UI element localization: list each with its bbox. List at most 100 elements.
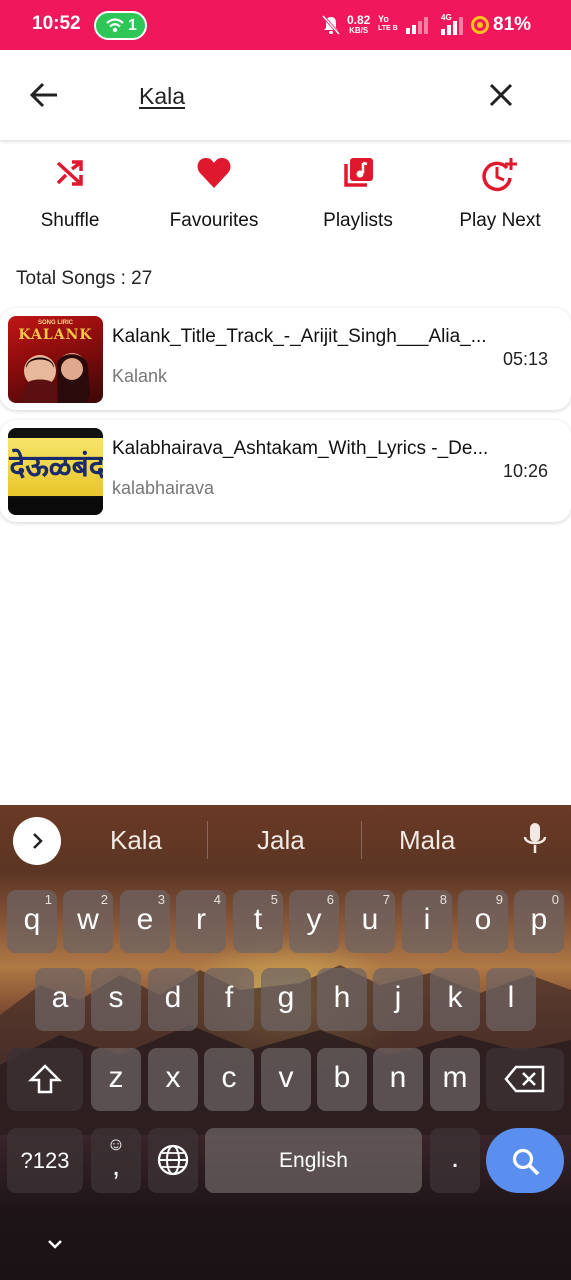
- key-u[interactable]: u7: [345, 890, 395, 953]
- key-label: w: [77, 903, 99, 936]
- comma-label: ,: [111, 1149, 121, 1182]
- clear-search-button[interactable]: [482, 76, 520, 114]
- battery-level: 81%: [493, 14, 532, 35]
- key-hint: 2: [100, 892, 108, 907]
- close-icon: [489, 83, 513, 107]
- volte-indicator: Yo LTE B: [378, 14, 398, 34]
- language-key[interactable]: [148, 1128, 198, 1193]
- key-label: i: [423, 903, 431, 936]
- key-a[interactable]: a: [35, 968, 85, 1031]
- key-label: y: [306, 903, 322, 936]
- album-art-title: KALANK: [18, 327, 93, 343]
- key-hint: 0: [551, 892, 559, 907]
- net-speed: 0.82 KB/S: [347, 14, 370, 35]
- period-key[interactable]: .: [430, 1128, 480, 1193]
- playlists-button[interactable]: Playlists: [288, 150, 428, 240]
- song-duration: 10:26: [502, 461, 548, 481]
- backspace-icon: [504, 1065, 545, 1093]
- back-button[interactable]: [24, 75, 64, 115]
- globe-icon: [157, 1144, 189, 1176]
- key-f[interactable]: f: [204, 968, 254, 1031]
- key-hint: 7: [382, 892, 390, 907]
- soft-keyboard: Kala Jala Mala q1 w2 e3 r4 t5 y6 u7 i8 o…: [0, 805, 571, 1280]
- album-art: देऊळबंद: [8, 428, 103, 515]
- net-speed-value: 0.82: [347, 13, 371, 27]
- key-k[interactable]: k: [430, 968, 480, 1031]
- suggestion-3[interactable]: Mala: [399, 825, 455, 856]
- key-w[interactable]: w2: [63, 890, 113, 953]
- search-input[interactable]: Kala: [139, 83, 185, 110]
- key-q[interactable]: q1: [7, 890, 57, 953]
- album-art: SONG LIRIC KALANK: [8, 316, 103, 403]
- shuffle-label: Shuffle: [40, 210, 100, 231]
- album-art-subtitle: SONG LIRIC: [37, 320, 73, 326]
- key-l[interactable]: l: [486, 968, 536, 1031]
- heart-icon: [196, 156, 232, 195]
- key-v[interactable]: v: [261, 1048, 311, 1111]
- backspace-key[interactable]: [486, 1048, 564, 1111]
- key-t[interactable]: t5: [233, 890, 283, 953]
- song-artist: Kalank: [112, 366, 168, 386]
- song-list-item[interactable]: देऊळबंद Kalabhairava_Ashtakam_With_Lyric…: [0, 420, 571, 522]
- key-m[interactable]: m: [430, 1048, 480, 1111]
- total-songs-count: Total Songs : 27: [16, 268, 153, 289]
- song-list-item[interactable]: SONG LIRIC KALANK Kalank_Title_Track_-_A…: [0, 308, 571, 410]
- key-label: t: [253, 903, 263, 936]
- key-b[interactable]: b: [317, 1048, 367, 1111]
- suggestion-2[interactable]: Jala: [257, 825, 305, 856]
- song-title: Kalabhairava_Ashtakam_With_Lyrics -_De..…: [112, 438, 487, 459]
- hotspot-icon: [105, 17, 125, 40]
- playlist-icon: [341, 156, 375, 195]
- keyboard-menu-button[interactable]: [13, 817, 61, 865]
- search-enter-key[interactable]: [486, 1128, 564, 1193]
- key-label: p: [530, 903, 548, 936]
- key-label: r: [196, 903, 206, 936]
- shuffle-button[interactable]: Shuffle: [0, 150, 140, 240]
- key-x[interactable]: x: [148, 1048, 198, 1111]
- mic-icon[interactable]: [521, 822, 549, 861]
- key-label: u: [361, 903, 379, 936]
- song-duration: 05:13: [502, 349, 548, 369]
- key-j[interactable]: j: [373, 968, 423, 1031]
- shuffle-icon: [53, 156, 87, 195]
- volte-bottom: LTE B: [378, 25, 398, 32]
- search-header: Kala: [0, 50, 571, 140]
- battery-saver-icon: [471, 16, 489, 34]
- key-p[interactable]: p0: [514, 890, 564, 953]
- key-s[interactable]: s: [91, 968, 141, 1031]
- chevron-down-icon: [48, 1240, 62, 1249]
- key-g[interactable]: g: [261, 968, 311, 1031]
- favourites-button[interactable]: Favourites: [144, 150, 284, 240]
- hide-keyboard-button[interactable]: [40, 1230, 70, 1265]
- key-o[interactable]: o9: [458, 890, 508, 953]
- key-n[interactable]: n: [373, 1048, 423, 1111]
- key-i[interactable]: i8: [402, 890, 452, 953]
- key-h[interactable]: h: [317, 968, 367, 1031]
- key-hint: 8: [439, 892, 447, 907]
- space-key[interactable]: English: [205, 1128, 422, 1193]
- volte-top: Yo: [378, 14, 389, 24]
- key-hint: 6: [326, 892, 334, 907]
- key-y[interactable]: y6: [289, 890, 339, 953]
- key-z[interactable]: z: [91, 1048, 141, 1111]
- mute-bell-icon: [321, 15, 341, 40]
- arrow-left-icon: [29, 82, 57, 108]
- shift-icon: [27, 1064, 63, 1094]
- suggestion-1[interactable]: Kala: [110, 825, 162, 856]
- chevron-right-icon: [33, 833, 43, 849]
- key-label: q: [23, 903, 41, 936]
- shift-key[interactable]: [7, 1048, 83, 1111]
- play-next-button[interactable]: Play Next: [430, 150, 570, 240]
- key-r[interactable]: r4: [176, 890, 226, 953]
- key-c[interactable]: c: [204, 1048, 254, 1111]
- suggestion-bar: Kala Jala Mala: [0, 805, 571, 875]
- symbols-key[interactable]: ?123: [7, 1128, 83, 1193]
- signal-strength-icon: [405, 16, 429, 39]
- song-title: Kalank_Title_Track_-_Arijit_Singh___Alia…: [112, 326, 487, 347]
- key-e[interactable]: e3: [120, 890, 170, 953]
- key-d[interactable]: d: [148, 968, 198, 1031]
- status-bar: 10:52 1 0.82 KB/S Yo LTE B 4G 81%: [0, 0, 571, 50]
- status-time: 10:52: [32, 13, 81, 34]
- comma-key[interactable]: ☺ ,: [91, 1128, 141, 1193]
- hotspot-indicator[interactable]: 1: [94, 11, 147, 40]
